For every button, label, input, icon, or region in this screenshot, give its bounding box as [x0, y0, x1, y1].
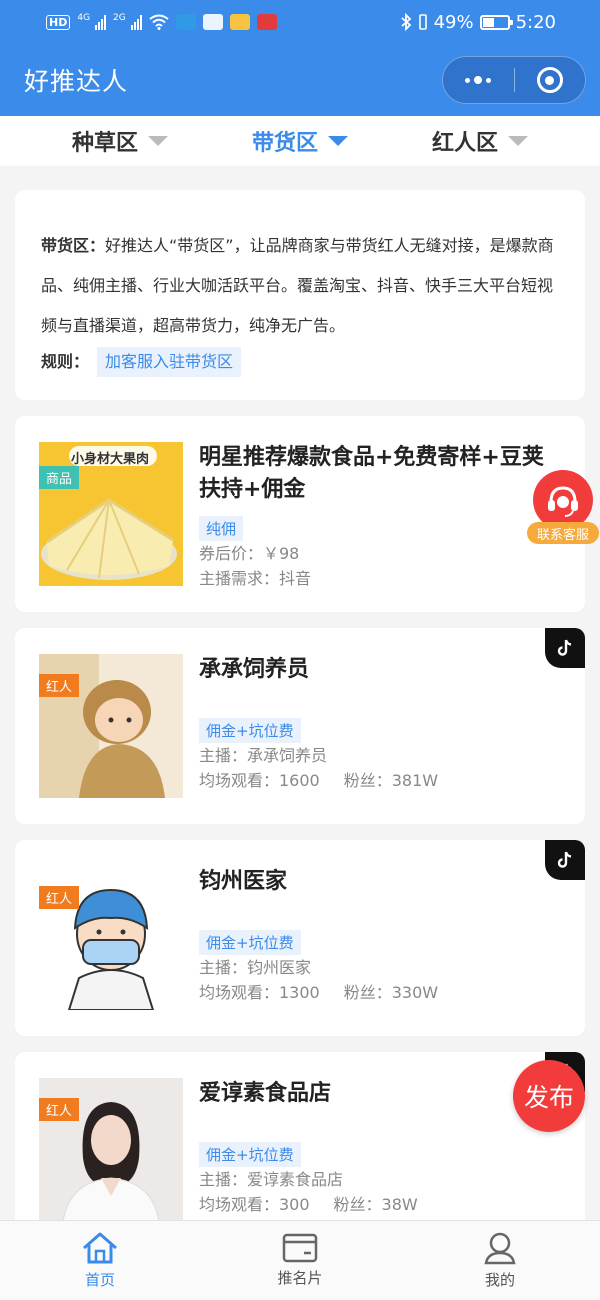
capsule-menu [442, 56, 586, 104]
price-line: 券后价：￥98 [199, 544, 300, 563]
join-service-link[interactable]: 加客服入驻带货区 [97, 347, 242, 377]
tab-label: 种草区 [71, 131, 138, 156]
item-title: 承承饲养员 [199, 657, 310, 682]
commission-tag: 佣金+坑位费 [199, 930, 301, 955]
customer-service-button[interactable]: 联系客服 [527, 470, 599, 546]
chevron-down-icon [148, 136, 168, 146]
tiktok-icon [545, 628, 585, 668]
anchor-name: 主播：承承饲养员 [199, 746, 328, 765]
network-4g-label: 4G [77, 13, 91, 23]
nav-business-card[interactable]: 推名片 [200, 1221, 400, 1300]
game-icon [229, 14, 250, 30]
rule-row: 规则： 加客服入驻带货区 [41, 342, 559, 382]
signal-icon [95, 14, 107, 30]
avg-views: 均场观看：1600 [199, 771, 320, 790]
customer-service-label: 联系客服 [527, 522, 599, 544]
app-notification-icon [175, 14, 196, 30]
influencer-badge: 红人 [39, 674, 80, 697]
nav-home[interactable]: 首页 [0, 1221, 200, 1300]
avg-views: 均场观看：1300 [199, 983, 320, 1002]
hd-indicator: HD [46, 14, 71, 30]
close-target-icon [536, 67, 563, 93]
vibrate-icon [418, 14, 427, 30]
stats-line: 均场观看：1300 粉丝：330W [199, 980, 561, 1005]
tab-daihuo[interactable]: 带货区 [252, 125, 348, 157]
news-app-icon [256, 14, 277, 30]
fans-count: 粉丝：330W [343, 983, 439, 1002]
home-icon [83, 1232, 117, 1264]
more-dots-icon [465, 76, 492, 84]
item-info: 钧州医家 佣金+坑位费 主播：钧州医家 均场观看：1300 粉丝：330W [199, 866, 561, 1010]
app-title: 好推达人 [24, 67, 129, 96]
network-2g-label: 2G [113, 13, 126, 23]
list-item[interactable]: 红人 钧州医家 佣金+坑位费 主播：钧州医家 均场观看：1300 粉丝：330W [15, 840, 585, 1036]
thumb-caption: 小身材大果肉 [71, 452, 150, 467]
mini-program-header: 好推达人 [0, 44, 600, 116]
signal-icon-2 [130, 14, 142, 30]
anchor-requirement: 主播需求：抖音 [199, 569, 312, 588]
avatar: 红人 [39, 866, 183, 1010]
tiktok-icon [545, 840, 585, 880]
card-icon [282, 1233, 318, 1263]
chevron-down-icon [328, 136, 348, 146]
bluetooth-icon [400, 13, 411, 31]
anchor-name: 主播：爱谆素食品店 [199, 1170, 344, 1189]
nav-profile[interactable]: 我的 [400, 1221, 600, 1300]
item-info: 明星推荐爆款食品+免费寄样+豆荚扶持+佣金 纯佣 券后价：￥98 主播需求：抖音 [199, 442, 561, 588]
nav-label: 推名片 [277, 1269, 323, 1287]
influencer-badge: 红人 [39, 1098, 80, 1121]
category-tabs: 种草区 带货区 红人区 [0, 116, 600, 166]
briefcase-icon [202, 14, 223, 30]
item-title: 爱谆素食品店 [199, 1081, 332, 1106]
product-thumbnail: 小身材大果肉 商品 [39, 442, 183, 586]
status-bar: HD 4G 2G 49% 5:20 [0, 0, 600, 44]
nav-label: 我的 [484, 1271, 515, 1289]
fans-count: 粉丝：381W [343, 771, 439, 790]
commission-tag: 佣金+坑位费 [199, 718, 301, 743]
fans-count: 粉丝：38W [333, 1195, 418, 1214]
list-item[interactable]: 小身材大果肉 商品 明星推荐爆款食品+免费寄样+豆荚扶持+佣金 纯佣 券后价：￥… [15, 416, 585, 612]
stats-line: 均场观看：1600 粉丝：381W [199, 768, 561, 793]
bottom-nav: 首页 推名片 我的 [0, 1220, 600, 1300]
battery-percent: 49% [433, 11, 474, 33]
publish-button[interactable]: 发布 [513, 1060, 585, 1132]
anchor-name: 主播：钧州医家 [199, 958, 312, 977]
influencer-badge: 红人 [39, 886, 80, 909]
goods-badge: 商品 [39, 466, 80, 489]
chevron-down-icon [508, 136, 528, 146]
item-title: 明星推荐爆款食品+免费寄样+豆荚扶持+佣金 [199, 445, 544, 502]
nav-label: 首页 [84, 1271, 115, 1289]
intro-text: 好推达人“带货区”，让品牌商家与带货红人无缝对接，是爆款商品、纯佣主播、行业大咖… [41, 236, 554, 335]
user-icon [484, 1232, 516, 1265]
more-button[interactable] [443, 57, 514, 103]
item-title: 钧州医家 [199, 869, 288, 894]
tab-label: 红人区 [431, 131, 498, 156]
list-item[interactable]: 红人 承承饲养员 佣金+坑位费 主播：承承饲养员 均场观看：1600 粉丝：381… [15, 628, 585, 824]
battery-icon [479, 14, 513, 30]
tab-label: 带货区 [251, 131, 318, 156]
rule-label: 规则： [41, 352, 90, 371]
headset-icon [533, 470, 593, 530]
close-miniprogram-button[interactable] [515, 57, 586, 103]
top-bar: HD 4G 2G 49% 5:20 好推达人 [0, 0, 600, 116]
wifi-icon [149, 14, 169, 30]
intro-card: 带货区：好推达人“带货区”，让品牌商家与带货红人无缝对接，是爆款商品、纯佣主播、… [15, 190, 585, 400]
commission-tag: 佣金+坑位费 [199, 1142, 301, 1167]
list-item[interactable]: 红人 爱谆素食品店 佣金+坑位费 主播：爱谆素食品店 均场观看：300 粉丝：38… [15, 1052, 585, 1248]
avatar: 红人 [39, 654, 183, 798]
tab-zhongcao[interactable]: 种草区 [72, 125, 168, 157]
commission-tag: 纯佣 [199, 516, 244, 541]
item-info: 承承饲养员 佣金+坑位费 主播：承承饲养员 均场观看：1600 粉丝：381W [199, 654, 561, 798]
clock: 5:20 [515, 11, 556, 33]
avg-views: 均场观看：300 [199, 1195, 310, 1214]
stats-line: 均场观看：300 粉丝：38W [199, 1192, 561, 1217]
tab-hongren[interactable]: 红人区 [432, 125, 528, 157]
intro-paragraph: 带货区：好推达人“带货区”，让品牌商家与带货红人无缝对接，是爆款商品、纯佣主播、… [41, 226, 559, 346]
avatar: 红人 [39, 1078, 183, 1222]
intro-label: 带货区： [41, 236, 106, 255]
item-info: 爱谆素食品店 佣金+坑位费 主播：爱谆素食品店 均场观看：300 粉丝：38W [199, 1078, 561, 1222]
